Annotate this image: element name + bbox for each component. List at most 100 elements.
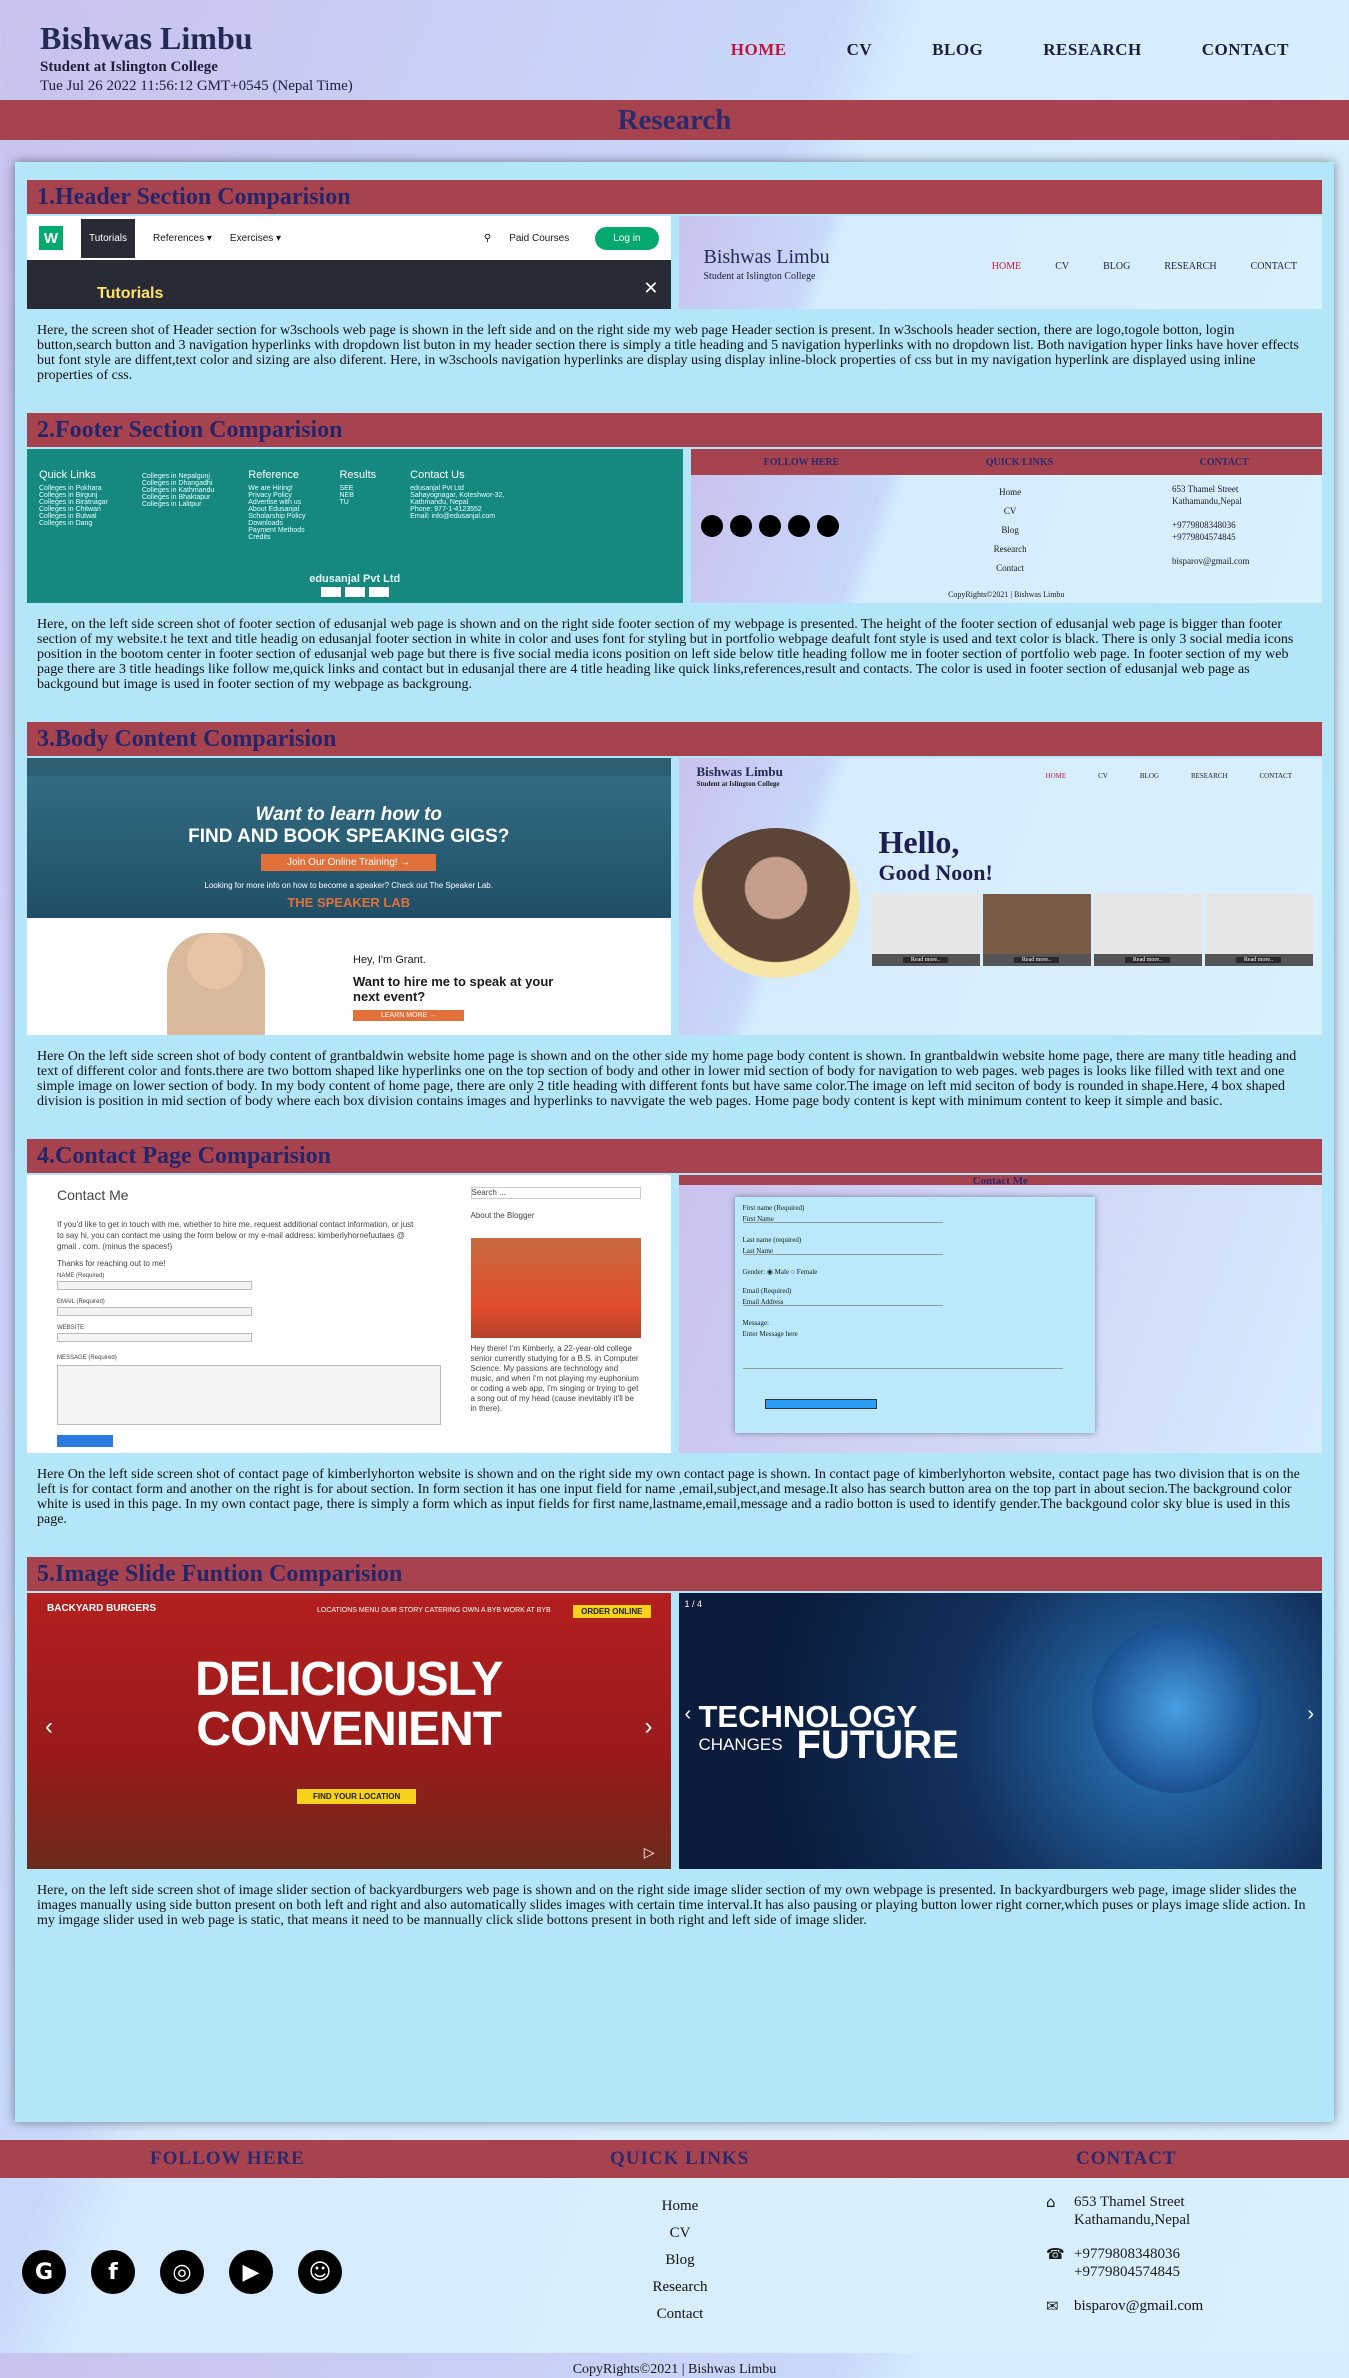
edusanjal-link: Colleges in Biratnagar (39, 499, 108, 506)
kim-website-field (57, 1333, 252, 1342)
edusanjal-column: Results SEE NEB TU (339, 469, 376, 541)
mini-nav-item: BLOG (1103, 261, 1131, 272)
phone-icon: ☎ (1046, 2245, 1065, 2263)
my-header-screenshot: Bishwas Limbu Student at Islington Colle… (678, 216, 1322, 309)
read-more-link: Read more.. (1124, 957, 1171, 963)
nav-research[interactable]: RESEARCH (1043, 40, 1141, 60)
bk-headline: DELICIOUSLY CONVENIENT (27, 1655, 671, 1755)
nav-home[interactable]: HOME (731, 40, 787, 60)
mini-site-nav: HOME CV BLOG RESEARCH CONTACT (1046, 772, 1292, 780)
mini-link: Home (999, 487, 1022, 497)
mini-card: Read more.. (1204, 894, 1313, 966)
footer-link-home[interactable]: Home (620, 2193, 740, 2220)
mini-nav-item: HOME (1045, 772, 1067, 780)
section-footer-comparison: 2.Footer Section Comparision Quick Links… (27, 413, 1322, 692)
w3-close-icon: ✕ (643, 278, 659, 299)
footer-heading-follow: FOLLOW HERE (150, 2148, 305, 2169)
mini-site-name: Bishwas Limbu (703, 246, 830, 268)
bk-logo: BACKYARD BURGERS (47, 1603, 157, 1614)
kim-photo (470, 1238, 641, 1338)
section-title: 2.Footer Section Comparision (27, 413, 1322, 447)
mini-contact-form: First name (Required) First Name Last na… (734, 1197, 1095, 1433)
research-content: 1.Header Section Comparision W Tutorials… (15, 162, 1334, 2122)
mini-nav-item: CONTACT (1250, 261, 1297, 272)
edusanjal-link: Advertise with us (248, 499, 302, 506)
footer-link-contact[interactable]: Contact (620, 2301, 740, 2328)
mini-send-button (764, 1399, 877, 1409)
grant-speaker-lab: THE SPEAKER LAB (287, 895, 411, 910)
youtube-icon (787, 515, 810, 537)
profile-photo (692, 828, 859, 978)
edusanjal-column: Quick Links Colleges in Pokhara Colleges i… (39, 469, 108, 541)
edusanjal-link: Colleges in Birgunj (39, 492, 98, 499)
grant-hire: Want to hire me to speak at your next ev… (353, 974, 554, 1004)
bk-order-button: ORDER ONLINE (573, 1605, 651, 1618)
footer-link-cv[interactable]: CV (620, 2220, 740, 2247)
w3-tab-tutorials: Tutorials (81, 218, 135, 258)
mini-link: Blog (1001, 525, 1019, 535)
kim-search-field: Search ... (470, 1187, 641, 1199)
google-icon[interactable]: G (22, 2250, 66, 2294)
w3-topbar: W Tutorials References ▾ Exercises ▾ ⚲ P… (27, 216, 671, 260)
read-more-link: Read more.. (1013, 957, 1060, 963)
mini-link: CV (1003, 506, 1017, 516)
mini-nav-item: HOME (991, 261, 1022, 272)
grant-navbar (27, 758, 671, 776)
grant-photo (167, 933, 265, 1035)
section-description: Here On the left side screen shot of con… (37, 1467, 1300, 1527)
edusanjal-link: SEE (339, 485, 354, 492)
section-description: Here, on the left side screen shot of fo… (37, 617, 1294, 692)
edusanjal-link: Credits (248, 534, 271, 541)
edusanjal-link: Sahayognagar, Koteshwor-32, (410, 492, 505, 499)
footer-contact: ⌂ 653 Thamel Street Kathamandu,Nepal ☎ +… (1046, 2193, 1203, 2331)
kim-name-field (57, 1281, 252, 1290)
facebook-icon[interactable]: f (91, 2250, 135, 2294)
email-icon: ✉ (1046, 2297, 1059, 2315)
edusanjal-link: Scholarship Policy (248, 513, 306, 520)
edusanjal-link: Colleges in Bhaktapur (141, 494, 211, 501)
google-plus-icon (368, 587, 389, 597)
footer-heading-links: QUICK LINKS (610, 2148, 750, 2169)
page-title-bar: Research (0, 100, 1349, 140)
facebook-icon (729, 515, 752, 537)
footer-link-blog[interactable]: Blog (620, 2247, 740, 2274)
footer-link-research[interactable]: Research (620, 2274, 740, 2301)
footer-email-link[interactable]: bisparov@gmail.com (1074, 2297, 1203, 2315)
mini-form-field: Email Address (742, 1297, 943, 1306)
read-more-link: Read more.. (902, 957, 949, 963)
kim-title: Contact Me (57, 1187, 129, 1203)
bk-location-button: FIND YOUR LOCATION (297, 1789, 417, 1804)
kim-thanks: Thanks for reaching out to me! (57, 1259, 166, 1268)
w3-tab-exercises: Exercises ▾ (229, 232, 282, 244)
edusanjal-column: Contact Us edusanjal Pvt Ltd Sahayognagar,… (410, 469, 504, 541)
phone-2: +9779804574845 (1074, 2264, 1180, 2280)
section-title: 4.Contact Page Comparision (27, 1139, 1322, 1173)
read-more-link: Read more.. (1235, 957, 1282, 963)
kim-message-field (57, 1365, 441, 1425)
grantbaldwin-body-screenshot: Want to learn how to FIND AND BOOK SPEAK… (27, 758, 671, 1035)
mini-email: bisparov@gmail.com (1172, 556, 1250, 566)
edusanjal-link: Colleges in Butwal (39, 513, 97, 520)
section-title: 5.Image Slide Funtion Comparision (27, 1557, 1322, 1591)
bk-menu: LOCATIONS MENU OUR STORY CATERING OWN A … (317, 1607, 551, 1614)
mini-quick-links: Home CV Blog Research Contact (994, 483, 1027, 578)
address-line-1: 653 Thamel Street (1074, 2194, 1185, 2210)
site-footer: FOLLOW HERE QUICK LINKS CONTACT G f ◎ ▶ … (0, 2140, 1349, 2377)
mini-nav-item: CV (1055, 261, 1070, 272)
tech-line3: FUTURE (796, 1723, 959, 1767)
my-body-screenshot: Bishwas Limbu Student at Islington Colle… (678, 758, 1322, 1035)
my-slider-screenshot: 1 / 4 TECHNOLOGY CHANGES FUTURE ‹ › (678, 1593, 1322, 1869)
mini-cards: Read more.. Read more.. Read more.. Read… (871, 894, 1313, 966)
comparison-screenshots: BACKYARD BURGERS LOCATIONS MENU OUR STOR… (27, 1593, 1322, 1869)
nav-cv[interactable]: CV (847, 40, 873, 60)
youtube-icon[interactable]: ▶ (229, 2250, 273, 2294)
kim-label: EMAIL (Required) (57, 1299, 105, 1305)
instagram-icon[interactable]: ◎ (160, 2250, 204, 2294)
nav-contact[interactable]: CONTACT (1202, 40, 1289, 60)
nav-blog[interactable]: BLOG (932, 40, 983, 60)
snapchat-icon[interactable]: ☺ (298, 2250, 342, 2294)
w3-banner-title: Tutorials (97, 285, 164, 302)
mini-gender-radio: Gender: ◉ Male ○ Female (742, 1268, 818, 1276)
edusanjal-link: We are Hiring! (248, 485, 293, 492)
grant-hero: Want to learn how to FIND AND BOOK SPEAK… (27, 758, 671, 918)
